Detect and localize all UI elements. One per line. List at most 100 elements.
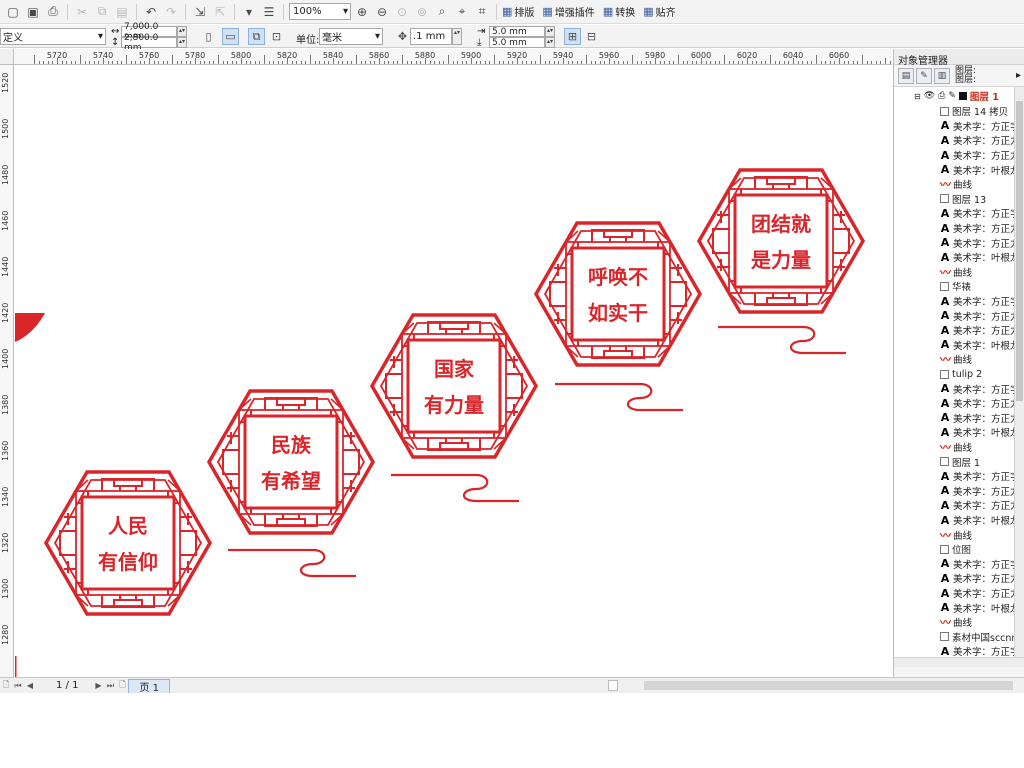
tree-item[interactable]: 〰曲线 (940, 527, 972, 542)
show-properties-icon[interactable]: ▤ (898, 67, 914, 84)
zoom-width-icon[interactable]: ⌖ (453, 3, 471, 21)
add-page-icon[interactable]: 🗋 (0, 679, 12, 693)
last-page-icon[interactable]: ⏭ (104, 681, 116, 691)
nudge-field[interactable]: .1 mm (410, 28, 452, 45)
tree-item[interactable]: A 美术字：方正字 (940, 469, 1020, 484)
add-page-after-icon[interactable]: 🗋 (116, 679, 128, 693)
tree-item[interactable]: 〰曲线 (940, 440, 972, 455)
hex-panel-2[interactable] (207, 389, 375, 535)
tree-item[interactable]: 图层 1 (940, 454, 980, 469)
tree-item[interactable]: A 美术字：方正字 (940, 119, 1020, 134)
tree-item[interactable]: 华裱 (940, 279, 971, 294)
tree-item[interactable]: A 美术字：方正力 (940, 484, 1020, 499)
tree-item[interactable]: A 美术字：叶根龙 (940, 600, 1020, 615)
draw-units-icon[interactable]: ⊞ (564, 28, 581, 45)
tree-item[interactable]: A 美术字：叶根龙 (940, 250, 1020, 265)
tree-item[interactable]: A 美术字：方正字 (940, 206, 1020, 221)
landscape-icon[interactable]: ▭ (222, 28, 239, 45)
convert-button[interactable]: ▦ 转换 (603, 4, 635, 19)
collapse-icon[interactable]: ⊟ (914, 92, 921, 101)
application-launcher-icon[interactable]: ▾ (240, 3, 258, 21)
ruler-origin[interactable] (0, 49, 14, 65)
cut-icon[interactable]: ✂ (73, 3, 91, 21)
prev-page-icon[interactable]: ◀ (24, 681, 36, 690)
next-page-icon[interactable]: ▶ (92, 681, 104, 690)
tree-item[interactable]: A 美术字：方正力 (940, 308, 1020, 323)
tree-item[interactable]: A 美术字：方正力 (940, 396, 1020, 411)
redo-icon[interactable]: ↷ (162, 3, 180, 21)
duplicate-y-field[interactable]: 5.0 mm (489, 37, 545, 48)
layer-row[interactable]: ⊟ 👁 ⎙ ✎ 图层 1 (914, 89, 999, 104)
hex-panel-4[interactable] (534, 221, 702, 367)
tree-item[interactable]: 〰曲线 (940, 352, 972, 367)
portrait-icon[interactable]: ▯ (200, 28, 217, 45)
tree-item[interactable]: A 美术字：方正力 (940, 498, 1020, 513)
zoom-all-icon[interactable]: ⊚ (413, 3, 431, 21)
tree-item[interactable]: A 美术字：叶根龙 (940, 162, 1020, 177)
tree-item[interactable]: A 美术字：方正字 (940, 294, 1020, 309)
tree-item[interactable]: A 美术字：叶根龙 (940, 513, 1020, 528)
duplicate-x-stepper[interactable]: ▴▾ (545, 26, 555, 37)
zoom-level-select[interactable]: 100% ▾ (289, 3, 351, 20)
tree-item[interactable]: 位图 (940, 542, 971, 557)
docker-horizontal-scrollbar[interactable] (894, 657, 1024, 667)
page-height-field[interactable]: 2,800.0 mm (121, 33, 177, 53)
options-icon[interactable]: ☰ (260, 3, 278, 21)
tree-item[interactable]: A 美术字：方正力 (940, 323, 1020, 338)
flyout-arrow-icon[interactable]: ▸ (1016, 70, 1021, 81)
save-icon[interactable]: ▣ (24, 3, 42, 21)
treat-as-filled-icon[interactable]: ⊟ (583, 28, 600, 45)
tree-item[interactable]: A 美术字：方正力 (940, 148, 1020, 163)
duplicate-x-field[interactable]: 5.0 mm (489, 26, 545, 37)
tree-item[interactable]: A 美术字：叶根龙 (940, 425, 1020, 440)
copy-icon[interactable]: ⧉ (93, 3, 111, 21)
hex-panel-3[interactable] (370, 313, 538, 459)
zoom-in-icon[interactable]: ⊕ (353, 3, 371, 21)
width-stepper[interactable]: ▴▾ (177, 26, 187, 37)
tree-item[interactable]: A 美术字：叶根龙 (940, 338, 1020, 353)
zoom-out-icon[interactable]: ⊖ (373, 3, 391, 21)
docker-vertical-scrollbar[interactable] (1014, 87, 1024, 657)
height-stepper[interactable]: ▴▾ (177, 37, 187, 48)
canvas-horizontal-scroll-button[interactable] (608, 680, 618, 691)
zoom-height-icon[interactable]: ⌗ (473, 3, 491, 21)
tree-item[interactable]: 图层 14 拷贝 (940, 104, 1008, 119)
tree-item[interactable]: A 美术字：方正字 (940, 381, 1020, 396)
hex-panel-5[interactable] (697, 168, 865, 314)
hex-panel-1[interactable] (44, 470, 212, 616)
zoom-selected-icon[interactable]: ⊙ (393, 3, 411, 21)
page-preset-select[interactable]: 定义 ▾ (0, 28, 106, 45)
tree-item[interactable]: A 美术字：方正力 (940, 586, 1020, 601)
tree-item[interactable]: 素材中国sccnn (940, 630, 1017, 645)
scrollbar-thumb[interactable] (1016, 101, 1023, 401)
snap-button[interactable]: ▦ 贴齐 (643, 4, 675, 19)
tree-item[interactable]: A 美术字：方正字 (940, 557, 1020, 572)
layer-manager-icon[interactable]: ▥ (934, 67, 950, 84)
first-page-icon[interactable]: ⏮ (12, 681, 24, 691)
tree-item[interactable]: A 美术字：方正力 (940, 571, 1020, 586)
printer-icon[interactable]: ⎙ (938, 91, 945, 101)
tree-item[interactable]: A 美术字：方正力 (940, 411, 1020, 426)
nudge-stepper[interactable]: ▴▾ (452, 28, 462, 45)
import-icon[interactable]: ⇲ (191, 3, 209, 21)
paste-icon[interactable]: ▤ (113, 3, 131, 21)
units-select[interactable]: 毫米 ▾ (319, 28, 383, 45)
tree-item[interactable]: A 美术字：方正力 (940, 221, 1020, 236)
tree-item[interactable]: 〰曲线 (940, 177, 972, 192)
tree-item[interactable]: 图层 13 (940, 192, 986, 207)
all-pages-icon[interactable]: ⧉ (248, 28, 265, 45)
edit-across-layers-icon[interactable]: ✎ (916, 67, 932, 84)
object-tree[interactable]: ⊟ 👁 ⎙ ✎ 图层 1 图层 14 拷贝 A 美术字：方正字 A 美术字：方正力 A 美术… (894, 87, 1024, 657)
zoom-page-icon[interactable]: ⌕ (433, 3, 451, 21)
canvas-horizontal-scrollbar[interactable] (644, 681, 1013, 690)
undo-icon[interactable]: ↶ (142, 3, 160, 21)
tree-item[interactable]: A 美术字：方正字 (940, 644, 1020, 657)
eye-icon[interactable]: 👁 (924, 91, 935, 101)
print-icon[interactable]: ⎙ (44, 3, 62, 21)
duplicate-y-stepper[interactable]: ▴▾ (545, 37, 555, 48)
tree-item[interactable]: A 美术字：方正力 (940, 235, 1020, 250)
current-page-icon[interactable]: ⊡ (268, 28, 285, 45)
pencil-icon[interactable]: ✎ (948, 91, 956, 101)
export-icon[interactable]: ⇱ (211, 3, 229, 21)
drawing-canvas[interactable]: 人民 有信仰 民族 有希望 国家 有力量 呼唤不 如实干 团结就 是力量 (15, 66, 893, 677)
